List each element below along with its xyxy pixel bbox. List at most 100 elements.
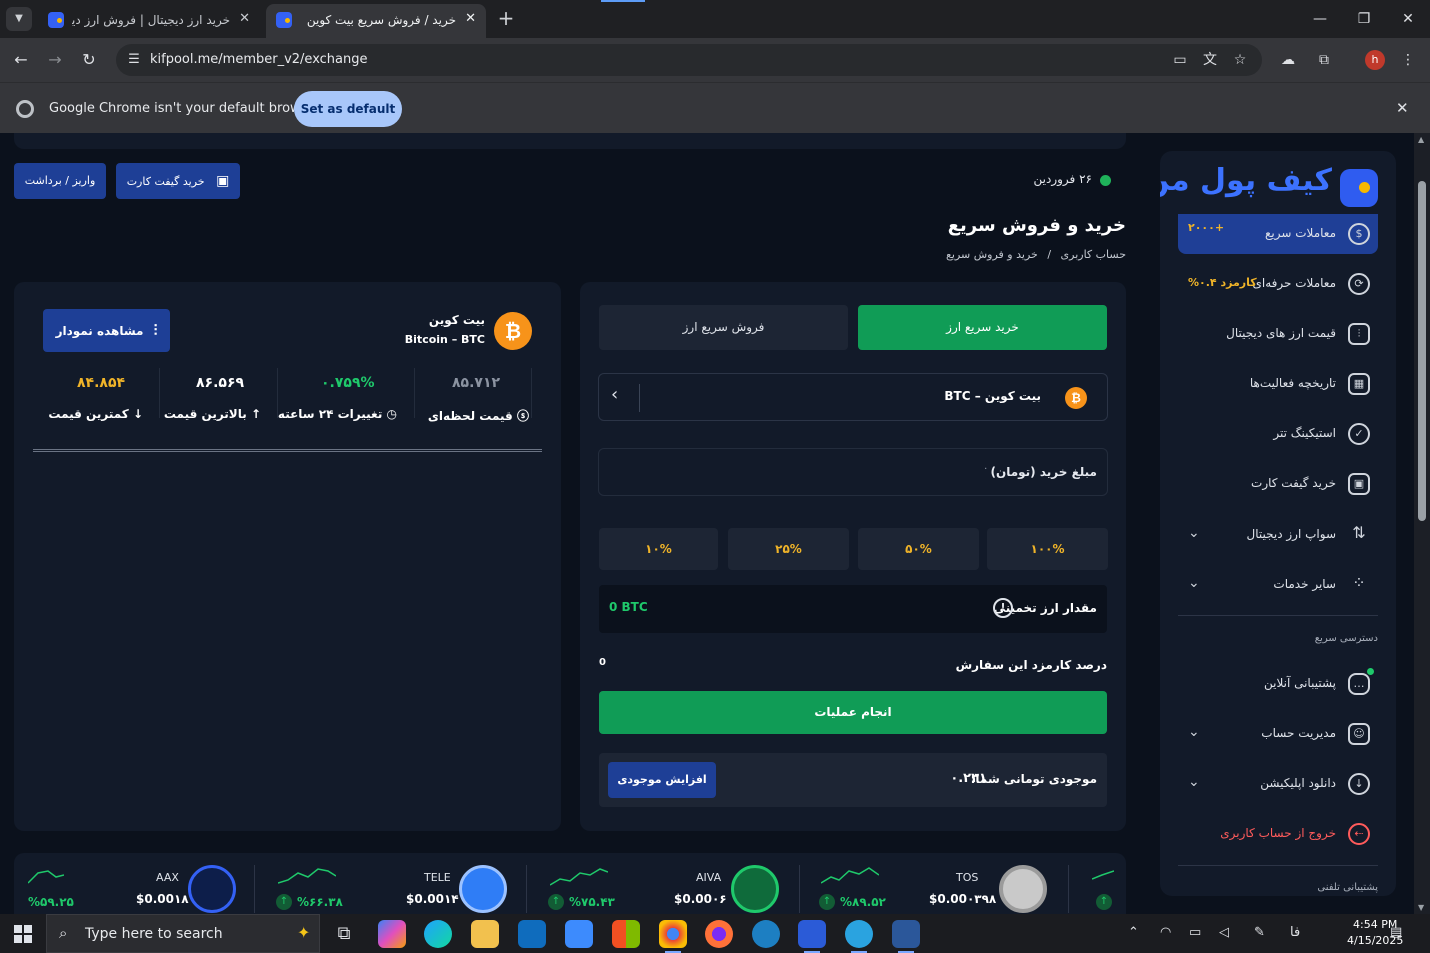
sidebar-item-prices[interactable]: ⫶ قیمت ارز های دیجیتال: [1178, 314, 1378, 354]
sidebar-item-account[interactable]: ☺ مدیریت حساب ⌄: [1178, 714, 1378, 754]
back-button[interactable]: ←: [10, 49, 32, 71]
chevron-down-icon[interactable]: ⌄: [1188, 575, 1200, 591]
stat-divider: [414, 368, 415, 418]
deposit-withdraw-button[interactable]: واریز / برداشت: [14, 163, 106, 199]
search-input[interactable]: Type here to search: [85, 926, 223, 942]
tray-overflow-icon[interactable]: ⌃: [1128, 925, 1139, 940]
gift-card-button[interactable]: خرید گیفت کارت ▣: [116, 163, 240, 199]
volume-muted-icon[interactable]: ◁: [1219, 925, 1229, 940]
ticker-item-tele[interactable]: TELE $0.00۱۴ ↑ %۶۶.۳۸: [254, 853, 524, 914]
submit-button[interactable]: انجام عملیات: [599, 691, 1107, 734]
sidebar-item-staking[interactable]: ✓ استیکینگ تتر: [1178, 414, 1378, 454]
ticker-item-aiva[interactable]: AIVA $0.00۰۶ ↑ %۷۵.۴۳: [526, 853, 796, 914]
amount-field[interactable]: مبلغ خرید (تومان) ۰: [598, 448, 1108, 496]
tab-exchange-home[interactable]: خرید ارز دیجیتال | فروش ارز دیجیتال ✕: [38, 4, 260, 38]
chrome-menu-icon[interactable]: ⋮: [1398, 50, 1418, 70]
set-default-button[interactable]: Set as default: [294, 91, 402, 127]
increase-balance-button[interactable]: افزایش موجودی: [608, 762, 716, 798]
tab-fast-sell[interactable]: فروش سریع ارز: [599, 305, 848, 350]
bonus-badge: +۲۰۰۰: [1188, 221, 1225, 234]
news-app-icon[interactable]: [565, 920, 593, 948]
restore-button[interactable]: ❐: [1344, 8, 1384, 30]
brand-name[interactable]: کیف پول من: [1160, 163, 1332, 198]
outlook-app-icon[interactable]: [518, 920, 546, 948]
edge-app-icon[interactable]: [424, 920, 452, 948]
install-app-icon[interactable]: ▭: [1170, 50, 1190, 70]
site-info-icon[interactable]: ☰: [124, 50, 144, 70]
telegram-app-icon[interactable]: [845, 920, 873, 953]
breadcrumb-account[interactable]: حساب کاربری: [1061, 248, 1126, 261]
sidebar-item-download-app[interactable]: ↓ دانلود اپلیکیشن ⌄: [1178, 764, 1378, 804]
current-date: ۲۶ فروردین: [1033, 172, 1092, 186]
sidebar-item-fast-trade[interactable]: $ معاملات سریع +۲۰۰۰: [1178, 214, 1378, 254]
chevron-down-icon[interactable]: ⌄: [1188, 525, 1200, 541]
reload-button[interactable]: ↻: [78, 49, 100, 71]
notification-icon[interactable]: ▤: [1390, 925, 1402, 940]
arrow-up-icon: ↑: [819, 894, 835, 910]
profile-avatar[interactable]: h: [1365, 50, 1385, 70]
store-app-icon[interactable]: [612, 920, 640, 948]
file-explorer-icon[interactable]: [471, 920, 499, 948]
sidebar-item-swap[interactable]: ⇅ سواپ ارز دیجیتال ⌄: [1178, 515, 1378, 555]
forward-button[interactable]: →: [44, 49, 66, 71]
close-icon[interactable]: ✕: [465, 11, 476, 26]
chevron-left-icon[interactable]: ‹: [611, 384, 618, 405]
ticker-symbol: TELE: [424, 871, 451, 884]
minimize-button[interactable]: —: [1300, 8, 1340, 30]
firefox-app-icon[interactable]: [705, 920, 733, 948]
percent-25-button[interactable]: ۲۵%: [728, 528, 849, 570]
amount-input[interactable]: ۰: [983, 463, 988, 474]
input-language[interactable]: فا: [1290, 925, 1300, 940]
sidebar-item-logout[interactable]: ⇠ خروج از حساب کاربری: [1178, 814, 1378, 854]
kifpool-logo-icon[interactable]: [1340, 169, 1378, 207]
window-close-button[interactable]: ✕: [1388, 8, 1428, 30]
tab-search-button[interactable]: ▼: [6, 7, 32, 31]
tab-fast-exchange[interactable]: خرید / فروش سریع بیت کوین ✕: [266, 4, 486, 38]
pen-icon[interactable]: ✎: [1254, 925, 1265, 940]
info-icon[interactable]: !: [993, 598, 1013, 618]
scroll-down-arrow[interactable]: ▼: [1418, 903, 1424, 912]
sidebar-item-pro-trade[interactable]: ⟳ معاملات حرفه‌ای کارمزد ۰.۴%: [1178, 264, 1378, 304]
percent-50-button[interactable]: ۵۰%: [858, 528, 979, 570]
new-tab-button[interactable]: +: [494, 6, 518, 30]
copilot-sparkle-icon[interactable]: ✦: [297, 923, 310, 942]
fee-label: درصد کارمزد این سفارش: [955, 658, 1107, 672]
ticker-item-aax[interactable]: AAX $0.00۱۸ %۵۹.۲۵: [14, 853, 254, 914]
dollar-icon: $: [1348, 223, 1370, 245]
copilot-app-icon[interactable]: [378, 920, 406, 948]
view-chart-button[interactable]: مشاهده نمودار ⫶: [43, 309, 170, 352]
url-text[interactable]: kifpool.me/member_v2/exchange: [150, 52, 368, 67]
close-icon[interactable]: ✕: [239, 11, 250, 26]
ticker-item-partial[interactable]: ↑: [1068, 853, 1126, 914]
ticker-item-tos[interactable]: TOS $0.00۰۳۹۸ ↑ %۸۹.۵۲: [799, 853, 1069, 914]
chart-app-icon[interactable]: [798, 920, 826, 953]
tab-fast-buy[interactable]: خرید سریع ارز: [858, 305, 1107, 350]
sidebar-item-other-services[interactable]: ⁘ سایر خدمات ⌄: [1178, 565, 1378, 605]
chevron-down-icon[interactable]: ⌄: [1188, 724, 1200, 740]
task-view-icon[interactable]: ⧉: [330, 920, 358, 948]
bookmark-star-icon[interactable]: ☆: [1230, 50, 1250, 70]
extensions-icon[interactable]: ⧉: [1314, 50, 1334, 70]
page-scrollbar[interactable]: ▲ ▼: [1414, 133, 1430, 914]
chevron-down-icon[interactable]: ⌄: [1188, 774, 1200, 790]
close-icon[interactable]: ✕: [1396, 99, 1409, 117]
vpn-app-icon[interactable]: [752, 920, 780, 948]
battery-icon[interactable]: ▭: [1189, 925, 1201, 940]
chrome-app-icon[interactable]: [659, 920, 687, 953]
sidebar-item-history[interactable]: ▦ تاریخچه فعالیت‌ها: [1178, 364, 1378, 404]
coin-select[interactable]: ₿ بیت کوین – BTC ‹: [598, 373, 1108, 421]
ticker-sparkline: [278, 868, 336, 884]
sidebar-item-online-support[interactable]: … پشتیبانی آنلاین: [1178, 664, 1378, 704]
scroll-up-arrow[interactable]: ▲: [1418, 135, 1424, 144]
incognito-icon[interactable]: ☁: [1278, 50, 1298, 70]
translate-icon[interactable]: 文: [1200, 50, 1220, 70]
wifi-icon[interactable]: ◠: [1160, 925, 1171, 940]
taskbar-search[interactable]: ⌕ Type here to search ✦: [46, 914, 320, 953]
scrollbar-thumb[interactable]: [1418, 181, 1426, 521]
percent-100-button[interactable]: ۱۰۰%: [987, 528, 1108, 570]
word-app-icon[interactable]: [892, 920, 920, 953]
percent-10-button[interactable]: ۱۰%: [599, 528, 718, 570]
sidebar-item-gift-card[interactable]: ▣ خرید گیفت کارت: [1178, 464, 1378, 504]
windows-start-button[interactable]: [14, 925, 32, 943]
omnibox[interactable]: ☰ kifpool.me/member_v2/exchange ▭ 文 ☆: [116, 44, 1262, 76]
